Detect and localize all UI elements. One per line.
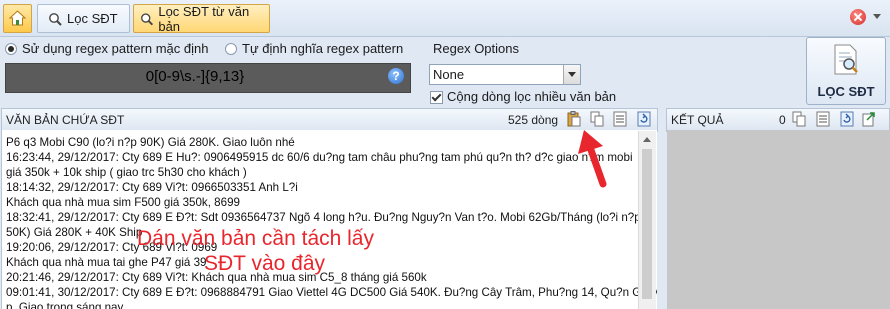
close-icon[interactable] [850,9,866,25]
source-text-area[interactable]: P6 q3 Mobi C90 (lo?i n?p 90K) Giá 280K. … [1,130,657,309]
refresh-icon[interactable] [637,111,651,127]
copy-icon[interactable] [792,111,806,127]
text-line: 18:32:41, 29/12/2017: Cty 689 E Ð?t: Sdt… [6,211,641,224]
red-arrow-icon [578,130,607,188]
text-line: Khách qua nhà mua tai ghe P47 giá 39 [6,256,207,269]
text-line: p. Giao trong sáng nay [6,301,124,309]
help-icon[interactable]: ? [388,68,404,84]
list-icon[interactable] [816,111,830,127]
radio-default-label: Sử dụng regex pattern mặc định [22,41,209,56]
text-line: 18:14:32, 29/12/2017: Cty 689 Vi?t: 0966… [6,181,298,194]
text-line: 09:01:41, 30/12/2017: Cty 689 E Ð?t: 096… [6,286,657,299]
result-list[interactable] [667,130,890,309]
text-line: Khách qua nhà mua sim F500 giá 350k, 869… [6,196,240,209]
radio-custom-label: Tự định nghĩa regex pattern [242,41,404,56]
text-line: 16:23:44, 29/12/2017: Cty 689 E Hu?: 090… [6,151,633,164]
copy-icon[interactable] [590,111,604,127]
result-panel-title: KẾT QUẢ [671,113,724,127]
radio-custom-pattern[interactable] [225,43,237,55]
combine-lines-checkbox[interactable] [430,91,443,104]
line-count: 525 dòng [508,113,559,127]
annotation-line-1: Dán văn bản cần tách lấy [137,227,374,250]
regex-options-label: Regex Options [433,41,519,56]
combine-lines-label: Cộng dòng lọc nhiều văn bản [447,89,617,104]
export-icon[interactable] [862,111,876,127]
annotation-line-2: SĐT vào đây [204,252,326,275]
radio-default-pattern[interactable] [5,43,17,55]
text-line: P6 q3 Mobi C90 (lo?i n?p 90K) Giá 280K. … [6,136,295,149]
tab-label: Lọc SĐT từ văn bản [158,3,250,34]
scroll-thumb[interactable] [642,149,652,299]
result-count: 0 [779,113,786,127]
regex-options-value: None [433,67,465,82]
tab-loc-sdt-van-ban[interactable]: Lọc SĐT từ văn bản [133,3,270,34]
source-panel-title: VĂN BẢN CHỨA SĐT [6,113,125,127]
chevron-down-icon[interactable] [563,65,580,84]
regex-pattern-text: 0[0-9\s.-]{9,13} [145,68,245,85]
document-search-icon [834,44,858,75]
regex-options-select[interactable]: None [429,64,581,85]
text-line: 50K) Giá 280K + 40K Ship [6,226,143,239]
tab-loc-sdt[interactable]: Lọc SĐT [37,4,130,33]
home-icon [9,10,26,26]
filter-button-label: LỌC SĐT [817,84,875,99]
paste-icon[interactable] [567,111,581,127]
vertical-scrollbar[interactable] [638,131,656,309]
refresh-icon[interactable] [840,111,854,127]
list-icon[interactable] [613,111,627,127]
filter-phone-button[interactable]: LỌC SĐT [806,37,886,105]
text-line: giá 350k + 10k ship ( giao trc 5h30 cho … [6,166,247,179]
chevron-down-icon[interactable] [873,14,881,19]
search-icon [49,12,62,26]
scroll-up-icon[interactable] [643,137,651,142]
home-button[interactable] [3,4,32,33]
search-icon [141,12,154,25]
tab-label: Lọc SĐT [67,11,118,26]
